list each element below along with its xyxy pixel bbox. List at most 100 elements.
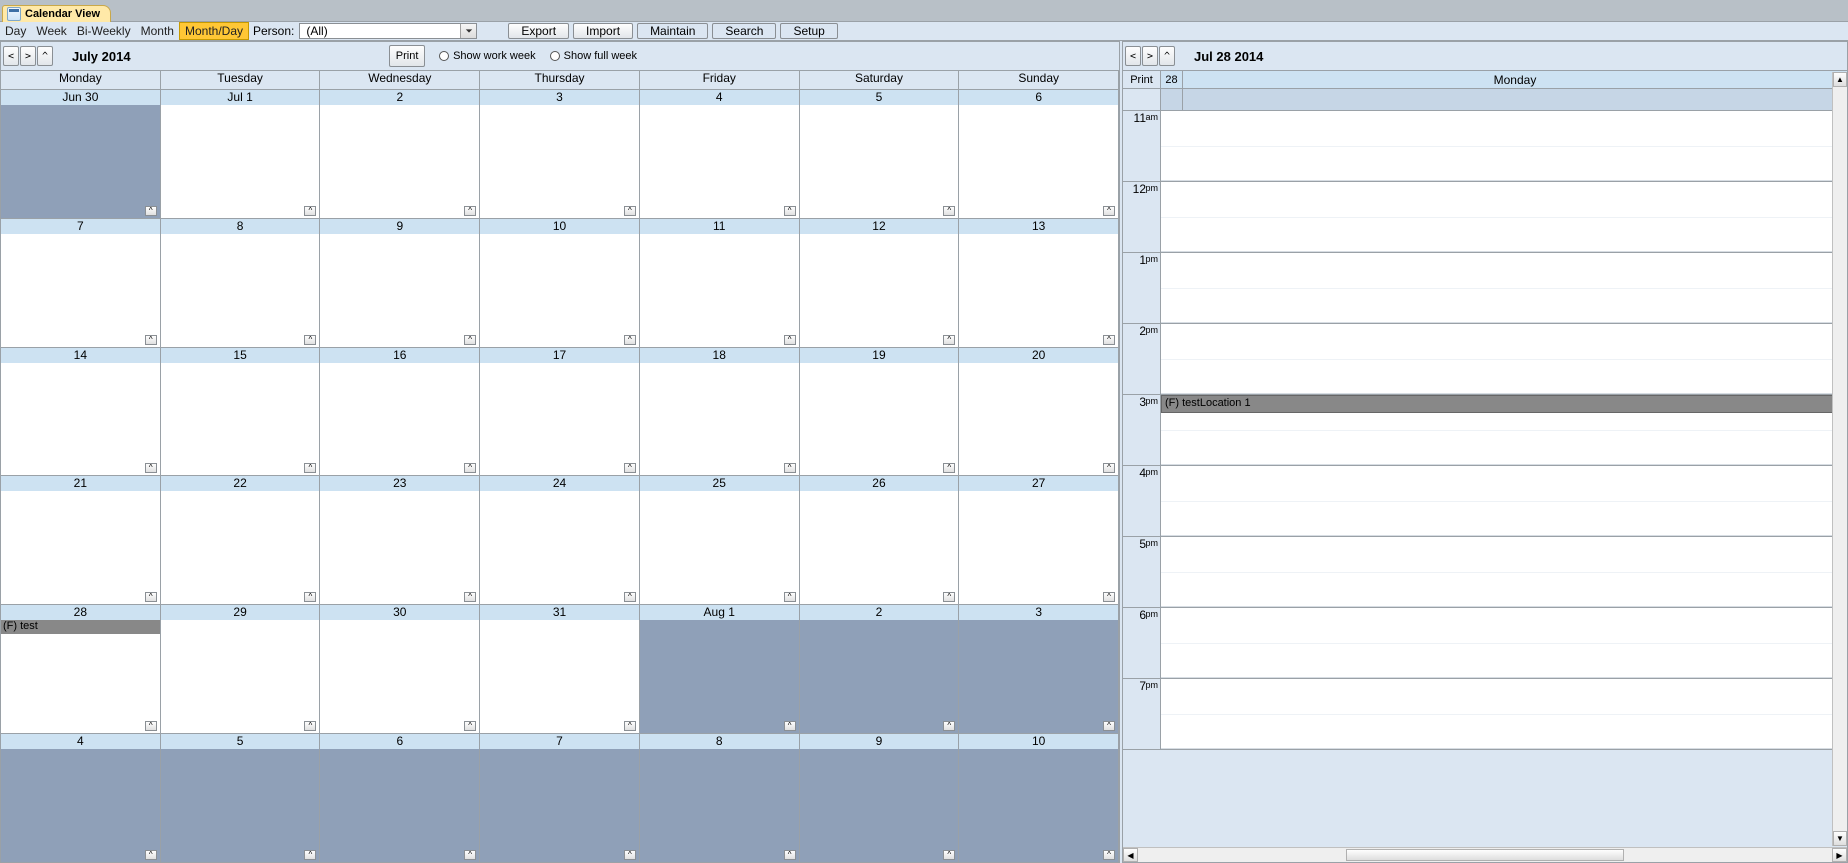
month-event[interactable]: (F) test bbox=[1, 620, 160, 634]
expand-icon[interactable]: ^ bbox=[943, 463, 955, 473]
date-header[interactable]: 29 bbox=[161, 604, 321, 620]
date-header[interactable]: 27 bbox=[959, 475, 1119, 491]
import-button[interactable]: Import bbox=[573, 23, 633, 39]
viewmode-month-day[interactable]: Month/Day bbox=[179, 22, 249, 40]
day-cell[interactable]: ^ bbox=[800, 234, 960, 347]
hour-slot[interactable] bbox=[1161, 537, 1847, 607]
day-cell[interactable]: ^ bbox=[640, 491, 800, 604]
date-header[interactable]: 17 bbox=[480, 347, 640, 363]
expand-icon[interactable]: ^ bbox=[145, 850, 157, 860]
day-cell[interactable]: ^ bbox=[161, 363, 321, 476]
day-cell[interactable]: ^ bbox=[640, 105, 800, 218]
expand-icon[interactable]: ^ bbox=[1103, 463, 1115, 473]
expand-icon[interactable]: ^ bbox=[784, 335, 796, 345]
date-header[interactable]: 7 bbox=[480, 733, 640, 749]
horizontal-scrollbar[interactable]: ◀ ▶ bbox=[1123, 847, 1847, 862]
date-header[interactable]: 18 bbox=[640, 347, 800, 363]
date-header[interactable]: 26 bbox=[800, 475, 960, 491]
expand-icon[interactable]: ^ bbox=[784, 206, 796, 216]
month-today-button[interactable]: ^ bbox=[37, 46, 53, 66]
day-cell[interactable]: ^ bbox=[959, 105, 1119, 218]
expand-icon[interactable]: ^ bbox=[304, 721, 316, 731]
date-header[interactable]: 23 bbox=[320, 475, 480, 491]
date-header[interactable]: 12 bbox=[800, 218, 960, 234]
expand-icon[interactable]: ^ bbox=[304, 463, 316, 473]
day-cell[interactable]: ^ bbox=[320, 620, 480, 733]
scroll-right-icon[interactable]: ▶ bbox=[1832, 848, 1847, 862]
date-header[interactable]: 7 bbox=[1, 218, 161, 234]
expand-icon[interactable]: ^ bbox=[1103, 850, 1115, 860]
scroll-down-icon[interactable]: ▼ bbox=[1833, 831, 1847, 846]
day-cell[interactable]: ^ bbox=[959, 234, 1119, 347]
setup-button[interactable]: Setup bbox=[780, 23, 837, 39]
date-header[interactable]: 5 bbox=[161, 733, 321, 749]
scroll-thumb[interactable] bbox=[1346, 849, 1624, 861]
date-header[interactable]: 15 bbox=[161, 347, 321, 363]
vertical-scrollbar[interactable]: ▲ ▼ bbox=[1832, 72, 1847, 846]
hour-slot[interactable] bbox=[1161, 466, 1847, 536]
chevron-down-icon[interactable] bbox=[460, 24, 476, 38]
date-header[interactable]: 8 bbox=[640, 733, 800, 749]
date-header[interactable]: 8 bbox=[161, 218, 321, 234]
day-cell[interactable]: ^ bbox=[1, 749, 161, 862]
day-next-button[interactable]: > bbox=[1142, 46, 1158, 66]
expand-icon[interactable]: ^ bbox=[464, 335, 476, 345]
date-header[interactable]: 3 bbox=[959, 604, 1119, 620]
day-cell[interactable]: ^ bbox=[800, 105, 960, 218]
expand-icon[interactable]: ^ bbox=[624, 206, 636, 216]
expand-icon[interactable]: ^ bbox=[304, 335, 316, 345]
export-button[interactable]: Export bbox=[508, 23, 569, 39]
day-cell[interactable]: ^ bbox=[800, 491, 960, 604]
expand-icon[interactable]: ^ bbox=[145, 206, 157, 216]
day-cell[interactable]: ^ bbox=[480, 363, 640, 476]
expand-icon[interactable]: ^ bbox=[464, 850, 476, 860]
date-header[interactable]: Jul 1 bbox=[161, 89, 321, 105]
hour-slot[interactable] bbox=[1161, 111, 1847, 181]
date-header[interactable]: 2 bbox=[800, 604, 960, 620]
work-week-radio[interactable] bbox=[439, 51, 449, 61]
day-cell[interactable]: ^ bbox=[1, 105, 161, 218]
search-button[interactable]: Search bbox=[712, 23, 776, 39]
date-header[interactable]: 6 bbox=[959, 89, 1119, 105]
day-cell[interactable]: ^ bbox=[640, 620, 800, 733]
date-header[interactable]: 30 bbox=[320, 604, 480, 620]
date-header[interactable]: 3 bbox=[480, 89, 640, 105]
expand-icon[interactable]: ^ bbox=[784, 592, 796, 602]
expand-icon[interactable]: ^ bbox=[624, 721, 636, 731]
month-prev-button[interactable]: < bbox=[3, 46, 19, 66]
expand-icon[interactable]: ^ bbox=[784, 721, 796, 731]
day-cell[interactable]: ^ bbox=[800, 363, 960, 476]
hour-slot[interactable] bbox=[1161, 253, 1847, 323]
date-header[interactable]: 20 bbox=[959, 347, 1119, 363]
viewmode-week[interactable]: Week bbox=[31, 22, 71, 40]
day-cell[interactable]: ^ bbox=[640, 234, 800, 347]
full-week-radio[interactable] bbox=[550, 51, 560, 61]
expand-icon[interactable]: ^ bbox=[943, 335, 955, 345]
day-cell[interactable]: ^ bbox=[959, 491, 1119, 604]
date-header[interactable]: 16 bbox=[320, 347, 480, 363]
expand-icon[interactable]: ^ bbox=[304, 850, 316, 860]
date-header[interactable]: 6 bbox=[320, 733, 480, 749]
expand-icon[interactable]: ^ bbox=[304, 206, 316, 216]
expand-icon[interactable]: ^ bbox=[1103, 335, 1115, 345]
day-cell[interactable]: ^ bbox=[1, 234, 161, 347]
expand-icon[interactable]: ^ bbox=[943, 592, 955, 602]
month-print-button[interactable]: Print bbox=[389, 45, 425, 67]
month-next-button[interactable]: > bbox=[20, 46, 36, 66]
expand-icon[interactable]: ^ bbox=[624, 335, 636, 345]
viewmode-month[interactable]: Month bbox=[136, 22, 179, 40]
day-cell[interactable]: ^ bbox=[480, 620, 640, 733]
day-cell[interactable]: ^ bbox=[161, 749, 321, 862]
all-day-row[interactable] bbox=[1123, 89, 1847, 111]
expand-icon[interactable]: ^ bbox=[464, 206, 476, 216]
day-cell[interactable]: ^ bbox=[320, 363, 480, 476]
viewmode-day[interactable]: Day bbox=[0, 22, 31, 40]
date-header[interactable]: Aug 1 bbox=[640, 604, 800, 620]
day-cell[interactable]: ^ bbox=[640, 749, 800, 862]
expand-icon[interactable]: ^ bbox=[624, 463, 636, 473]
hour-slot[interactable] bbox=[1161, 679, 1847, 749]
scroll-left-icon[interactable]: ◀ bbox=[1123, 848, 1138, 862]
day-cell[interactable]: ^ bbox=[320, 749, 480, 862]
expand-icon[interactable]: ^ bbox=[145, 721, 157, 731]
hour-slot[interactable] bbox=[1161, 182, 1847, 252]
